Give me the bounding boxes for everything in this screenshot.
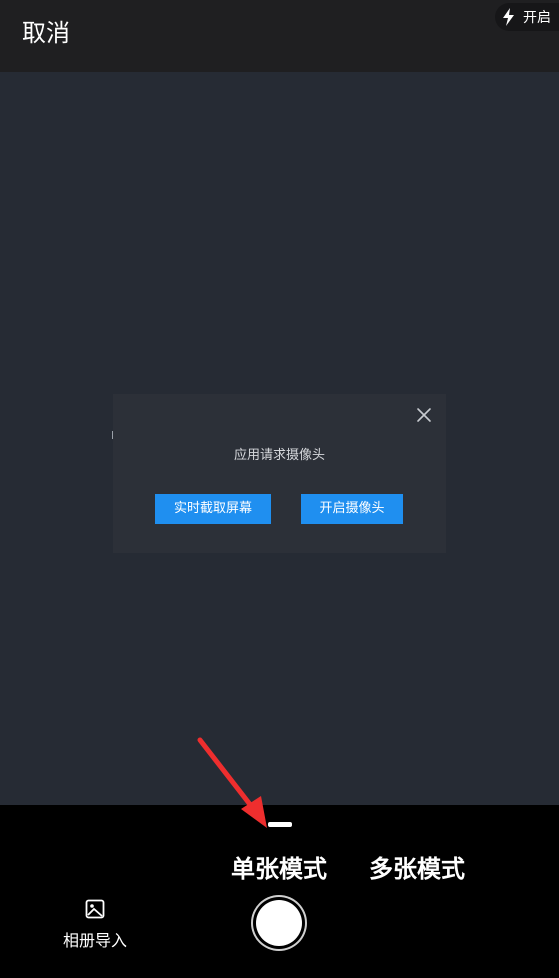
top-bar: 取消 开启 <box>0 0 559 72</box>
close-icon[interactable] <box>416 407 432 423</box>
flash-toggle[interactable]: 开启 <box>495 3 559 31</box>
annotation-arrow-icon <box>197 737 267 828</box>
screen-capture-button[interactable]: 实时截取屏幕 <box>155 494 271 524</box>
image-icon <box>85 899 105 919</box>
dialog-title: 应用请求摄像头 <box>233 448 325 463</box>
cancel-button[interactable]: 取消 <box>22 15 70 51</box>
bottom-bar: 单张模式 多张模式 相册导入 <box>0 805 559 978</box>
flash-label: 开启 <box>523 10 551 26</box>
lightning-icon <box>499 7 519 27</box>
camera-permission-dialog: 应用请求摄像头 实时截取屏幕 开启摄像头 <box>113 394 446 553</box>
open-camera-button[interactable]: 开启摄像头 <box>301 494 403 524</box>
shutter-button[interactable] <box>256 900 302 946</box>
multi-mode-tab[interactable]: 多张模式 <box>369 849 465 884</box>
album-import-label: 相册导入 <box>62 931 127 950</box>
single-mode-tab[interactable]: 单张模式 <box>231 849 327 884</box>
camera-screen: 取消 开启 应用请求摄像头 实时截取屏幕 开启摄像头 单张模式 多张模式 相册导… <box>0 0 559 978</box>
album-import-button[interactable]: 相册导入 <box>52 897 138 950</box>
